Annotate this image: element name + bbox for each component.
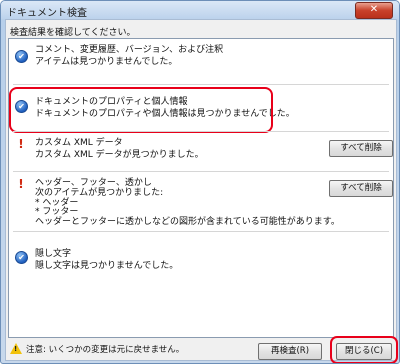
document-inspector-window: ドキュメント検査 ✕ 検査結果を確認してください。 ✔ コメント、変更履歴、バー…	[0, 0, 400, 364]
title-bar: ドキュメント検査 ✕	[1, 1, 399, 19]
exclamation-icon: !	[18, 137, 24, 151]
item-description: 次のアイテムが見つかりました: * ヘッダー * フッター ヘッダーとフッターに…	[35, 188, 340, 227]
item-title: 隠し文字	[35, 249, 72, 259]
results-list[interactable]: ✔ コメント、変更履歴、バージョン、および注釈 アイテムは見つかりませんでした。…	[8, 38, 394, 338]
exclamation-icon: !	[18, 177, 24, 191]
dialog-body: 検査結果を確認してください。 ✔ コメント、変更履歴、バージョン、および注釈 ア…	[5, 19, 398, 363]
result-item-headers-footers: ! ヘッダー、フッター、透かし 次のアイテムが見つかりました: * ヘッダー *…	[9, 172, 393, 230]
warning-text: 注意: いくつかの変更は元に戻せません。	[26, 345, 185, 355]
result-item-custom-xml: ! カスタム XML データ カスタム XML データが見つかりました。 すべて…	[9, 132, 393, 170]
item-description: アイテムは見つかりませんでした。	[35, 57, 178, 67]
remove-all-button[interactable]: すべて削除	[329, 140, 393, 157]
item-description: 隠し文字は見つかりませんでした。	[35, 261, 179, 271]
check-circle-icon: ✔	[15, 251, 28, 264]
window-close-button[interactable]: ✕	[355, 2, 393, 19]
item-title: コメント、変更履歴、バージョン、および注釈	[35, 45, 224, 55]
window-title: ドキュメント検査	[7, 8, 87, 19]
result-item-hidden-text: ✔ 隠し文字 隠し文字は見つかりませんでした。	[9, 232, 393, 272]
check-circle-icon: ✔	[15, 50, 28, 63]
reinspect-button[interactable]: 再検査(R)	[258, 343, 322, 360]
item-title: カスタム XML データ	[35, 138, 123, 148]
highlight-frame	[9, 87, 273, 133]
close-highlight-frame	[330, 336, 398, 363]
remove-all-button[interactable]: すべて削除	[329, 180, 393, 197]
instruction-text: 検査結果を確認してください。	[10, 28, 136, 38]
result-item-comments: ✔ コメント、変更履歴、バージョン、および注釈 アイテムは見つかりませんでした。	[9, 39, 393, 85]
warning-mark: !	[14, 345, 18, 353]
item-description: カスタム XML データが見つかりました。	[35, 150, 204, 160]
